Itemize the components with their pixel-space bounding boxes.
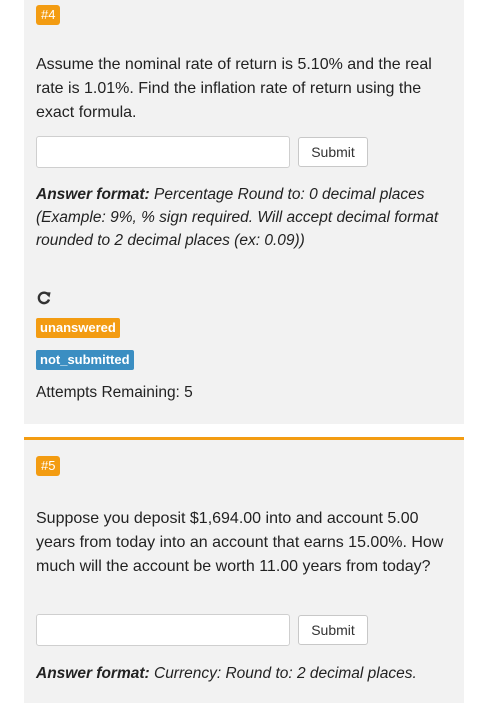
answer-format-label: Answer format: (36, 186, 150, 203)
question-number-badge: #5 (36, 456, 61, 476)
submit-button[interactable]: Submit (298, 615, 368, 645)
question-card-5: #5 Suppose you deposit $1,694.00 into an… (24, 437, 464, 703)
question-number-badge: #4 (36, 5, 61, 25)
status-badge-unanswered: unanswered (36, 318, 120, 338)
attempts-remaining: Attempts Remaining: 5 (36, 384, 193, 401)
answer-format: Answer format: Percentage Round to: 0 de… (36, 183, 461, 252)
answer-format: Answer format: Currency: Round to: 2 dec… (36, 662, 461, 685)
answer-input[interactable] (36, 136, 290, 168)
question-text: Assume the nominal rate of return is 5.1… (36, 56, 432, 121)
question-text: Suppose you deposit $1,694.00 into and a… (36, 510, 444, 575)
answer-input[interactable] (36, 614, 290, 646)
answer-format-text: Currency: Round to: 2 decimal places. (149, 665, 417, 682)
status-badge-not-submitted: not_submitted (36, 350, 134, 370)
answer-format-label: Answer format: (36, 665, 150, 682)
question-card-4: #4 Assume the nominal rate of return is … (24, 0, 464, 424)
refresh-icon[interactable] (36, 290, 52, 306)
submit-button[interactable]: Submit (298, 137, 368, 167)
